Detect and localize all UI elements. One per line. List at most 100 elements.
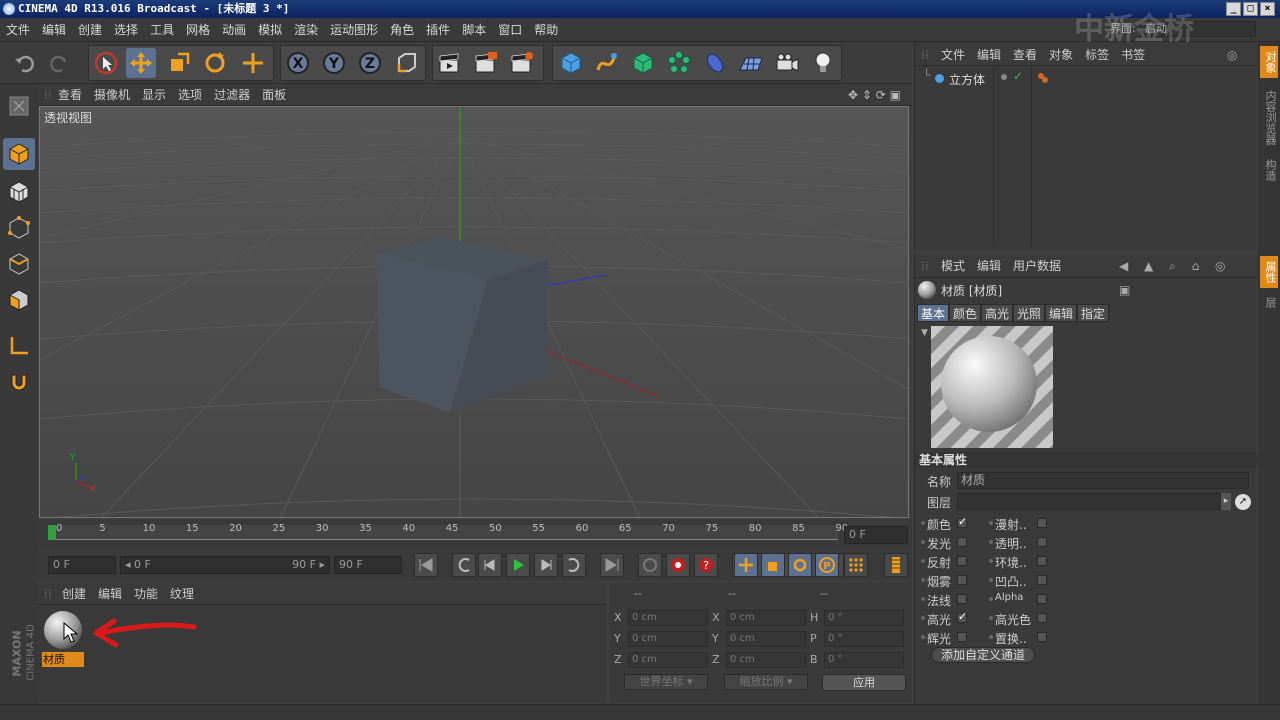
live-selection-button[interactable] [91,48,121,78]
next-key-button[interactable] [562,553,586,577]
layer-pick-icon[interactable]: ➚ [1235,494,1251,510]
viewport-menu-options[interactable]: 选项 [172,84,208,106]
attr-menu-userdata[interactable]: 用户数据 [1007,254,1067,278]
menu-window[interactable]: 窗口 [492,18,528,42]
coord-value-field[interactable]: 0 cm [726,652,806,668]
key-pla-button[interactable] [844,553,868,577]
menu-plugins[interactable]: 插件 [420,18,456,42]
menu-tools[interactable]: 工具 [144,18,180,42]
camera-button[interactable] [772,48,802,78]
keyframe-selection-button[interactable]: ? [694,553,718,577]
coord-value-field[interactable]: 0 cm [726,610,806,626]
timeline-track[interactable] [48,525,838,540]
channel-animate-dot[interactable] [921,578,925,582]
menu-create[interactable]: 创建 [72,18,108,42]
channel-animate-dot[interactable] [921,521,925,525]
object-menu-objects[interactable]: 对象 [1043,42,1079,68]
spline-button[interactable] [592,48,622,78]
attr-menu-mode[interactable]: 模式 [935,254,971,278]
channel-animate-dot[interactable] [989,559,993,563]
floor-button[interactable] [736,48,766,78]
render-settings-button[interactable] [507,48,537,78]
minimize-button[interactable]: _ [1226,2,1241,16]
key-position-button[interactable] [734,553,758,577]
subdivision-surface-button[interactable] [628,48,658,78]
channel-checkbox[interactable] [957,632,967,642]
collapse-arrow-icon[interactable]: ▼ [921,328,928,338]
make-editable-button[interactable] [3,90,35,122]
model-mode-button[interactable] [3,138,35,170]
light-button[interactable] [808,48,838,78]
channel-checkbox[interactable] [957,537,967,547]
apply-button[interactable]: 应用 [822,674,906,691]
material-name-label[interactable]: 材质 [42,652,84,667]
channel-checkbox[interactable] [1037,537,1047,547]
maximize-button[interactable]: □ [1243,2,1258,16]
channel-checkbox[interactable] [957,575,967,585]
side-tab-layers[interactable]: 层 [1260,290,1278,314]
side-tab-content-browser[interactable]: 内容浏览器 [1260,82,1278,152]
timeline-ruler[interactable]: 0 5 10 15 20 25 30 35 40 45 50 55 60 65 70 75 80 85 90 0 F [38,520,912,548]
key-scale-button[interactable] [761,553,785,577]
material-preview[interactable] [931,326,1053,448]
axis-mode-button[interactable] [3,330,35,362]
layer-arrow-button[interactable]: ▸ [1221,493,1231,510]
channel-animate-dot[interactable] [989,597,993,601]
tab-illumination[interactable]: 光照 [1013,304,1046,322]
menu-mograph[interactable]: 运动图形 [324,18,384,42]
coord-value-field[interactable]: 0 ° [824,652,904,668]
channel-animate-dot[interactable] [921,616,925,620]
channel-checkbox[interactable] [1037,575,1047,585]
menu-simulate[interactable]: 模拟 [252,18,288,42]
key-rotation-button[interactable] [788,553,812,577]
record-keys-button[interactable] [638,553,662,577]
deformer-button[interactable] [700,48,730,78]
side-tab-structure[interactable]: 构造 [1260,154,1278,186]
scale-tool-button[interactable] [164,48,194,78]
menu-help[interactable]: 帮助 [528,18,564,42]
coord-value-field[interactable]: 0 cm [628,610,708,626]
viewport-nav-icons[interactable]: ✥ ⇕ ⟳ ▣ [842,84,907,106]
prev-key-button[interactable] [452,553,476,577]
viewport-menu-display[interactable]: 显示 [136,84,172,106]
timeline-playhead[interactable] [48,525,56,540]
object-name[interactable]: 立方体 [949,71,985,88]
menu-file[interactable]: 文件 [0,18,36,42]
material-manager[interactable]: 材质 MAXON CINEMA 4D [11,605,606,703]
channel-checkbox[interactable] [1037,518,1047,528]
auto-key-button[interactable] [666,553,690,577]
material-menu-function[interactable]: 功能 [128,583,164,605]
rotate-tool-button[interactable] [200,48,230,78]
coord-value-field[interactable]: 0 cm [726,631,806,647]
coordinate-system-button[interactable] [392,48,422,78]
material-menu-edit[interactable]: 编辑 [92,583,128,605]
visibility-dot[interactable] [1001,74,1007,80]
cube-object-button[interactable] [556,48,586,78]
channel-checkbox[interactable] [1037,556,1047,566]
side-tab-attributes[interactable]: 属性 [1260,256,1278,288]
channel-checkbox[interactable] [957,594,967,604]
channel-checkbox[interactable] [957,515,967,528]
coord-value-field[interactable]: 0 ° [824,631,904,647]
channel-animate-dot[interactable] [989,635,993,639]
menu-script[interactable]: 脚本 [456,18,492,42]
z-axis-lock-button[interactable]: Z [355,48,385,78]
menu-character[interactable]: 角色 [384,18,420,42]
object-menu-tags[interactable]: 标签 [1079,42,1115,68]
object-menu-view[interactable]: 查看 [1007,42,1043,68]
object-menu-edit[interactable]: 编辑 [971,42,1007,68]
channel-animate-dot[interactable] [989,540,993,544]
channel-checkbox[interactable] [957,610,967,623]
undo-button[interactable] [10,48,40,78]
material-tag-icon[interactable] [1037,72,1049,84]
material-menu-texture[interactable]: 纹理 [164,583,200,605]
tab-assign[interactable]: 指定 [1077,304,1110,322]
world-coordinates-select[interactable]: 世界坐标 ▾ [624,674,708,690]
viewport-menu-view[interactable]: 查看 [52,84,88,106]
scale-mode-select[interactable]: 缩放比例 ▾ [724,674,808,690]
move-tool-button[interactable] [126,48,156,78]
prev-frame-button[interactable] [478,553,502,577]
coord-value-field[interactable]: 0 ° [824,610,904,626]
channel-animate-dot[interactable] [921,635,925,639]
recent-tool-button[interactable] [238,48,268,78]
